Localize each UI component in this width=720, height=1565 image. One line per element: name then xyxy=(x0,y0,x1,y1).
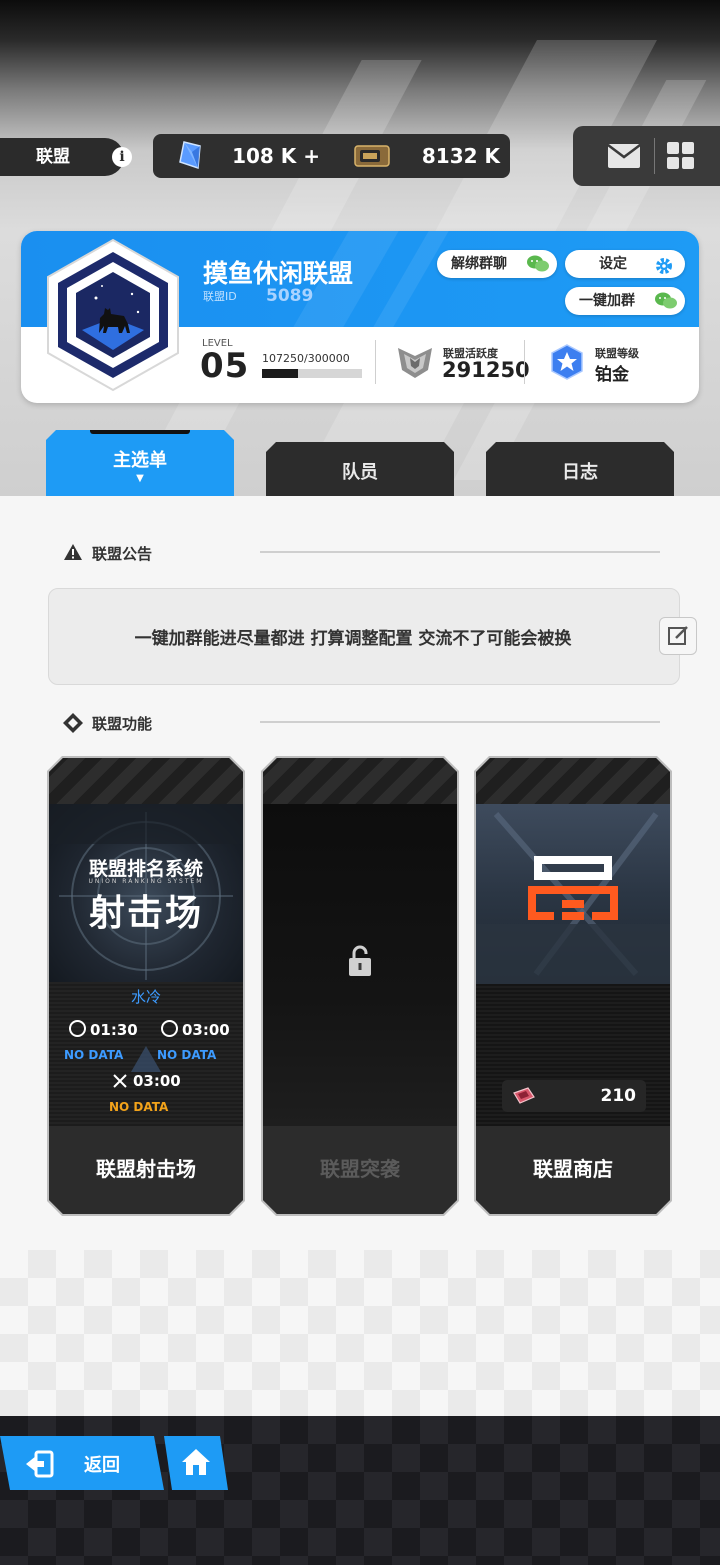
announcement-text: 一键加群能进尽量都进 打算调整配置 交流不了可能会被换 xyxy=(134,629,572,649)
no-data-1: NO DATA xyxy=(64,1048,124,1062)
warning-icon xyxy=(64,544,82,560)
shooting-range-label: 联盟射击场 xyxy=(49,1126,243,1214)
raid-card[interactable]: 联盟突袭 xyxy=(263,758,457,1214)
raid-label: 联盟突袭 xyxy=(263,1126,457,1214)
gem-icon xyxy=(179,141,201,170)
lock-icon xyxy=(349,945,371,976)
section-divider xyxy=(260,551,660,553)
diamond-icon xyxy=(63,713,83,733)
activity-shield-icon xyxy=(398,348,432,378)
settings-label: 设定 xyxy=(599,256,627,272)
shooting-range-card[interactable]: 联盟排名系统 UNION RANKING SYSTEM 射击场 水冷 01:30… xyxy=(49,758,243,1214)
alarm-clock-icon xyxy=(161,1020,178,1037)
grid-menu-icon[interactable] xyxy=(667,142,695,170)
hazard-stripes xyxy=(49,758,243,804)
level-value: 05 xyxy=(200,346,250,386)
hazard-stripes xyxy=(263,758,457,804)
one-click-join-group-label: 一键加群 xyxy=(579,293,635,309)
wechat-icon xyxy=(655,292,677,309)
shooting-range-banner-heading: 射击场 xyxy=(88,893,203,934)
crossed-swords-icon xyxy=(113,1074,127,1088)
checker-pattern xyxy=(0,1250,720,1416)
home-icon xyxy=(182,1449,210,1475)
tab-log-label: 日志 xyxy=(562,462,598,483)
info-icon[interactable]: i xyxy=(112,147,132,167)
tab-main-menu[interactable]: 主选单 ▼ xyxy=(46,430,234,496)
ticket-icon xyxy=(354,145,390,167)
timer-2: 03:00 xyxy=(161,1020,230,1039)
section-divider xyxy=(260,721,660,723)
gear-icon xyxy=(656,258,672,274)
tab-log[interactable]: 日志 xyxy=(486,442,674,496)
shop-card[interactable]: 210 联盟商店 xyxy=(476,758,670,1214)
alliance-id-label: 联盟ID xyxy=(203,290,237,303)
shooting-range-banner-title: 联盟排名系统 xyxy=(88,858,203,880)
alarm-clock-icon xyxy=(69,1020,86,1037)
rank-star-badge-icon xyxy=(551,344,583,380)
gem-count[interactable]: 108 K + xyxy=(232,144,320,168)
rank-value: 铂金 xyxy=(595,365,629,385)
mail-icon[interactable] xyxy=(607,143,641,169)
alliance-id-value: 5089 xyxy=(266,286,314,306)
alliance-name: 摸鱼休闲联盟 xyxy=(203,259,354,288)
shop-currency-value: 210 xyxy=(600,1086,637,1106)
shop-coin-icon xyxy=(513,1087,535,1104)
unbind-group-chat-label: 解绑群聊 xyxy=(451,256,507,272)
alliance-emblem[interactable] xyxy=(44,238,182,392)
shop-label: 联盟商店 xyxy=(476,1126,670,1214)
no-data-2: NO DATA xyxy=(157,1048,217,1062)
exp-text: 107250/300000 xyxy=(262,352,350,365)
no-data-3: NO DATA xyxy=(109,1100,169,1114)
tab-active-indicator: ▼ xyxy=(136,473,144,484)
rank-label: 联盟等级 xyxy=(595,347,639,360)
timer-3: 03:00 xyxy=(113,1072,181,1090)
exit-icon xyxy=(26,1450,54,1478)
edit-announcement-button[interactable] xyxy=(659,617,697,655)
announcement-title: 联盟公告 xyxy=(92,545,153,563)
element-label: 水冷 xyxy=(130,988,161,1006)
shop-logo-icon xyxy=(528,856,618,920)
ticket-count[interactable]: 8132 K xyxy=(400,144,500,168)
stat-divider xyxy=(375,340,376,384)
stat-divider xyxy=(524,340,525,384)
tab-main-menu-label: 主选单 xyxy=(113,450,167,471)
exp-progress-bar xyxy=(262,369,362,378)
tab-members-label: 队员 xyxy=(342,462,378,483)
triangle-emblem-icon xyxy=(131,1046,161,1072)
timer-1: 01:30 xyxy=(69,1020,138,1039)
edit-icon xyxy=(668,626,688,645)
exp-progress-fill xyxy=(262,369,298,378)
panel-divider xyxy=(654,138,655,174)
features-title: 联盟功能 xyxy=(92,715,153,733)
hazard-stripes xyxy=(476,758,670,804)
wechat-icon xyxy=(527,255,549,272)
section-label: 联盟 xyxy=(36,147,70,167)
activity-value: 291250 xyxy=(442,358,530,382)
tab-members[interactable]: 队员 xyxy=(266,442,454,496)
alliance-section-tag: 联盟 xyxy=(0,138,124,176)
top-right-panel xyxy=(573,126,720,186)
back-label: 返回 xyxy=(84,1455,120,1476)
